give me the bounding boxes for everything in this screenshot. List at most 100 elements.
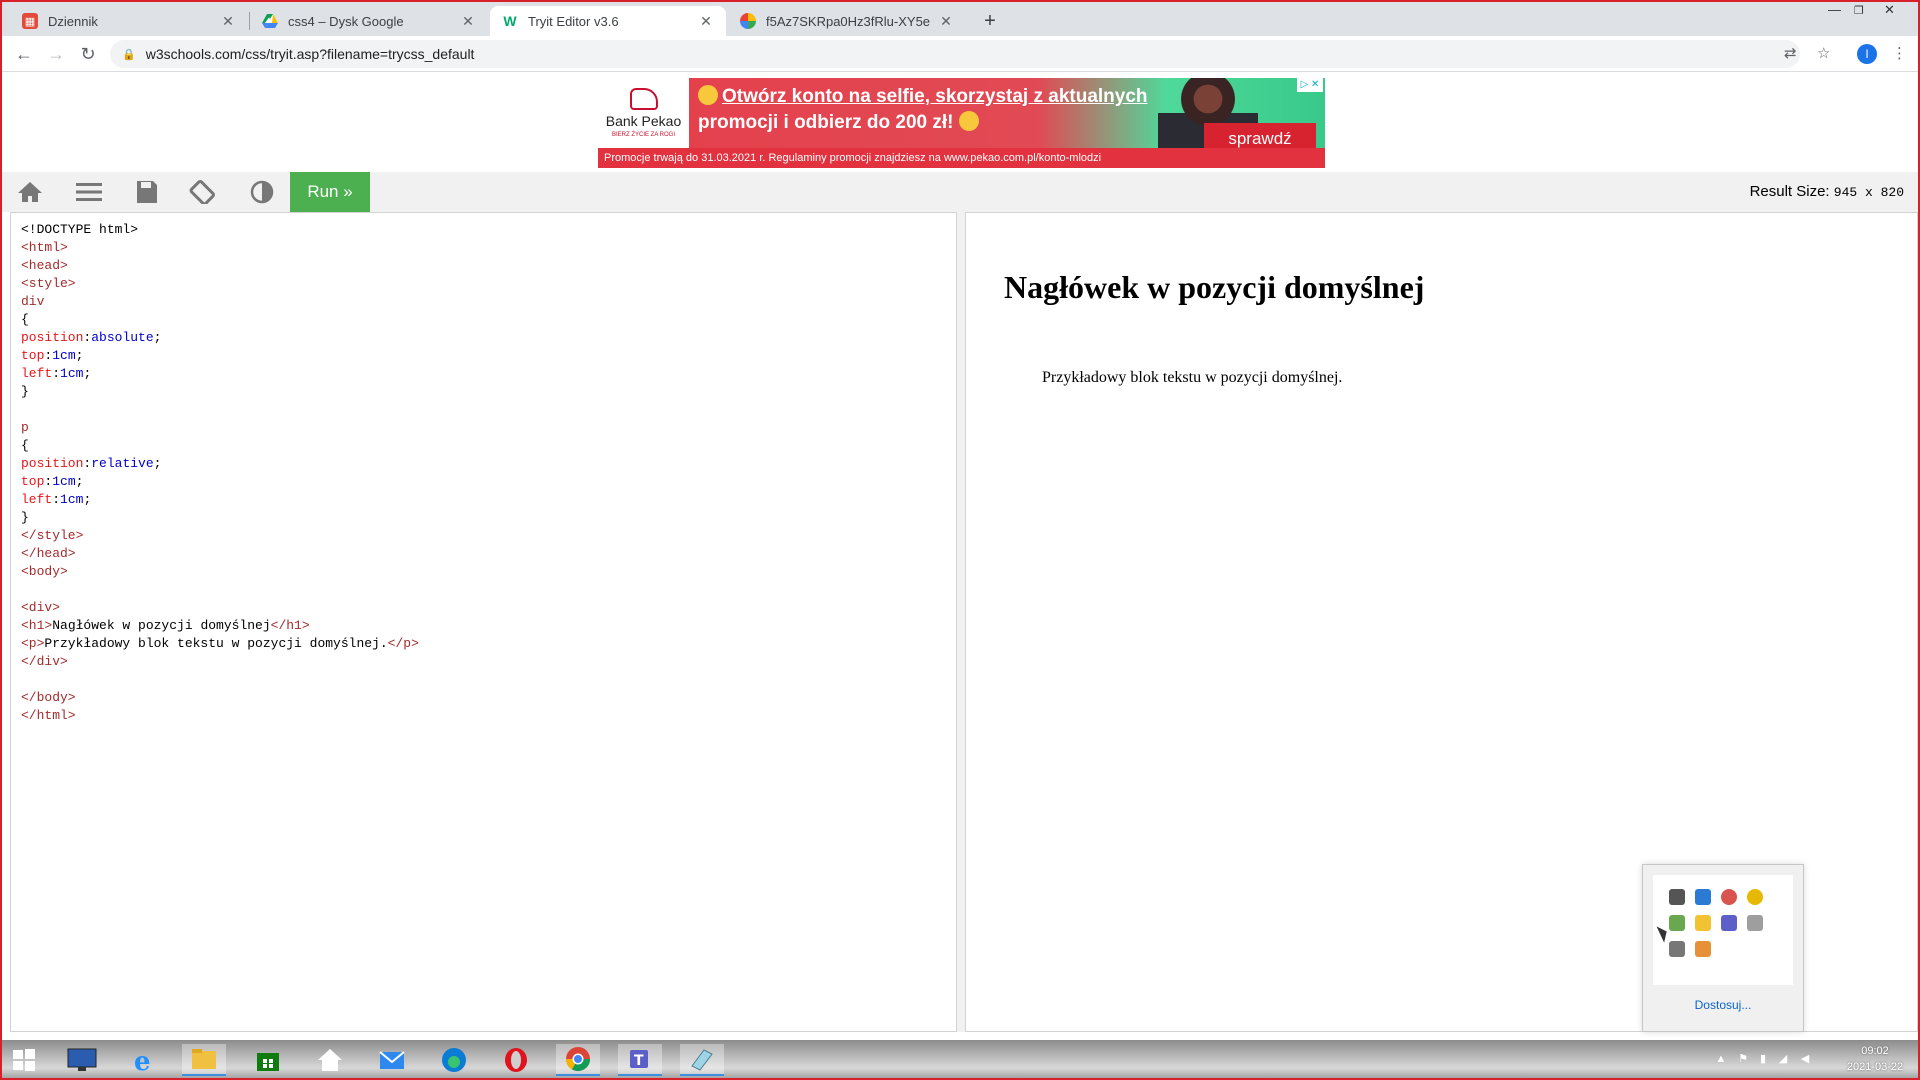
code-line[interactable]: { [21, 437, 419, 455]
code-line[interactable]: <html> [21, 239, 419, 257]
code-editor[interactable]: <!DOCTYPE html> <html> <head> <style> div {po… [10, 212, 957, 1032]
security-alert-icon[interactable]: ⚑ [1736, 1052, 1750, 1066]
code-line[interactable]: position:absolute; [21, 329, 419, 347]
code-line[interactable]: <h1>Nagłówek w pozycji domyślnej</h1> [21, 617, 419, 635]
code-line[interactable]: <style> [21, 275, 419, 293]
teams-tray-icon[interactable] [1721, 915, 1737, 931]
rotate-layout-icon[interactable] [189, 180, 217, 206]
code-line[interactable]: <p>Przykładowy blok tekstu w pozycji dom… [21, 635, 419, 653]
address-bar[interactable]: 🔒 w3schools.com/css/tryit.asp?filename=t… [110, 40, 1800, 68]
close-tab-icon[interactable]: ✕ [938, 13, 954, 30]
home-icon[interactable] [16, 180, 44, 204]
code-token: { [21, 312, 29, 327]
code-line[interactable]: </div> [21, 653, 419, 671]
close-tab-icon[interactable]: ✕ [220, 13, 236, 30]
clock[interactable]: 09:02 2021-03-22 [1840, 1043, 1910, 1075]
forward-icon[interactable]: → [44, 42, 68, 66]
code-line[interactable] [21, 581, 419, 599]
network-manager-icon[interactable] [1695, 889, 1711, 905]
code-line[interactable]: left:1cm; [21, 491, 419, 509]
code-line[interactable]: } [21, 509, 419, 527]
opera-icon[interactable] [494, 1044, 538, 1076]
lock-icon[interactable]: 🔒 [122, 48, 136, 61]
drive-sync-icon[interactable] [1669, 915, 1685, 931]
code-line[interactable]: top:1cm; [21, 473, 419, 491]
code-line[interactable]: </style> [21, 527, 419, 545]
code-line[interactable]: <div> [21, 599, 419, 617]
code-line[interactable]: </html> [21, 707, 419, 725]
internet-explorer-icon[interactable]: e [122, 1044, 166, 1076]
generic-app-icon[interactable] [680, 1044, 724, 1076]
code-line[interactable]: <!DOCTYPE html> [21, 221, 419, 239]
screen: ▦ Dziennik ✕ css4 – Dysk Google ✕ W Tryi… [0, 0, 1920, 1080]
tab-drive[interactable]: css4 – Dysk Google ✕ [250, 6, 488, 36]
adchoices-icon[interactable]: ▷ ✕ [1297, 78, 1323, 92]
file-explorer-icon[interactable] [182, 1044, 226, 1076]
update-icon[interactable] [1747, 889, 1763, 905]
tab-photos[interactable]: f5Az7SKRpa0Hz3fRlu-XY5ezMm ✕ [728, 6, 966, 36]
theme-contrast-icon[interactable] [248, 180, 276, 204]
code-line[interactable]: div [21, 293, 419, 311]
smile-emoji-icon [698, 85, 718, 105]
restore-icon[interactable]: ❐ [1854, 4, 1864, 22]
code-token: p [21, 420, 29, 435]
code-line[interactable]: p [21, 419, 419, 437]
store-icon[interactable] [246, 1044, 290, 1076]
code-token: <div> [21, 600, 61, 615]
tab-title: Tryit Editor v3.6 [528, 13, 619, 29]
battery-icon[interactable]: ▮ [1756, 1052, 1770, 1066]
code-line[interactable]: top:1cm; [21, 347, 419, 365]
code-line[interactable]: position:relative; [21, 455, 419, 473]
code-line[interactable]: </head> [21, 545, 419, 563]
tab-tryit[interactable]: W Tryit Editor v3.6 ✕ [490, 6, 726, 36]
translate-icon[interactable]: ⇄ [1784, 42, 1797, 66]
ad-banner[interactable]: Bank Pekao BIERZ ŻYCIE ZA ROGI Otwórz ko… [598, 78, 1325, 168]
tab-title: css4 – Dysk Google [288, 13, 404, 29]
save-icon[interactable] [133, 180, 161, 204]
back-icon[interactable]: ← [12, 42, 36, 66]
home-app-icon[interactable] [308, 1044, 352, 1076]
antivirus-icon[interactable] [1721, 889, 1737, 905]
printer-icon[interactable] [1669, 941, 1685, 957]
code-line[interactable] [21, 401, 419, 419]
code-line[interactable]: </body> [21, 689, 419, 707]
chrome-icon[interactable] [556, 1044, 600, 1076]
device-icon[interactable] [1747, 915, 1763, 931]
bookmark-star-icon[interactable]: ☆ [1817, 42, 1830, 66]
close-tab-icon[interactable]: ✕ [698, 13, 714, 30]
mail-icon[interactable] [370, 1044, 414, 1076]
tool-icon[interactable] [1695, 941, 1711, 957]
code-line[interactable]: { [21, 311, 419, 329]
lenovo-icon[interactable] [60, 1044, 104, 1076]
menu-kebab-icon[interactable]: ⋮ [1892, 42, 1907, 66]
new-tab-button[interactable]: + [977, 8, 1003, 34]
display-icon[interactable] [1669, 889, 1685, 905]
google-drive-icon [262, 13, 278, 29]
tab-dziennik[interactable]: ▦ Dziennik ✕ [10, 6, 248, 36]
profile-avatar[interactable]: I [1857, 44, 1877, 64]
close-window-icon[interactable]: ✕ [1884, 2, 1895, 20]
panel-divider[interactable] [957, 212, 965, 1032]
browser-toolbar: ← → ↻ 🔒 w3schools.com/css/tryit.asp?file… [2, 36, 1918, 72]
wifi-icon[interactable]: ◢ [1776, 1052, 1790, 1066]
teams-icon[interactable]: T [618, 1044, 662, 1076]
code-token: } [21, 510, 29, 525]
close-tab-icon[interactable]: ✕ [460, 13, 476, 30]
code-line[interactable]: <body> [21, 563, 419, 581]
reload-icon[interactable]: ↻ [76, 42, 100, 66]
customize-link[interactable]: Dostosuj... [1643, 987, 1803, 1023]
code-line[interactable]: left:1cm; [21, 365, 419, 383]
run-button[interactable]: Run » [290, 172, 370, 212]
code-line[interactable]: } [21, 383, 419, 401]
windows-start-icon[interactable] [2, 1044, 46, 1076]
code-line[interactable]: <head> [21, 257, 419, 275]
menu-hamburger-icon[interactable] [75, 180, 103, 204]
code-line[interactable] [21, 671, 419, 689]
minimize-icon[interactable]: — [1828, 2, 1841, 20]
svg-text:e: e [134, 1047, 151, 1074]
edge-icon[interactable] [432, 1044, 476, 1076]
package-icon[interactable] [1695, 915, 1711, 931]
volume-icon[interactable]: ◀ [1798, 1052, 1812, 1066]
show-hidden-icons-icon[interactable]: ▲ [1714, 1052, 1728, 1066]
code-text[interactable]: <!DOCTYPE html> <html> <head> <style> div {po… [21, 221, 419, 725]
